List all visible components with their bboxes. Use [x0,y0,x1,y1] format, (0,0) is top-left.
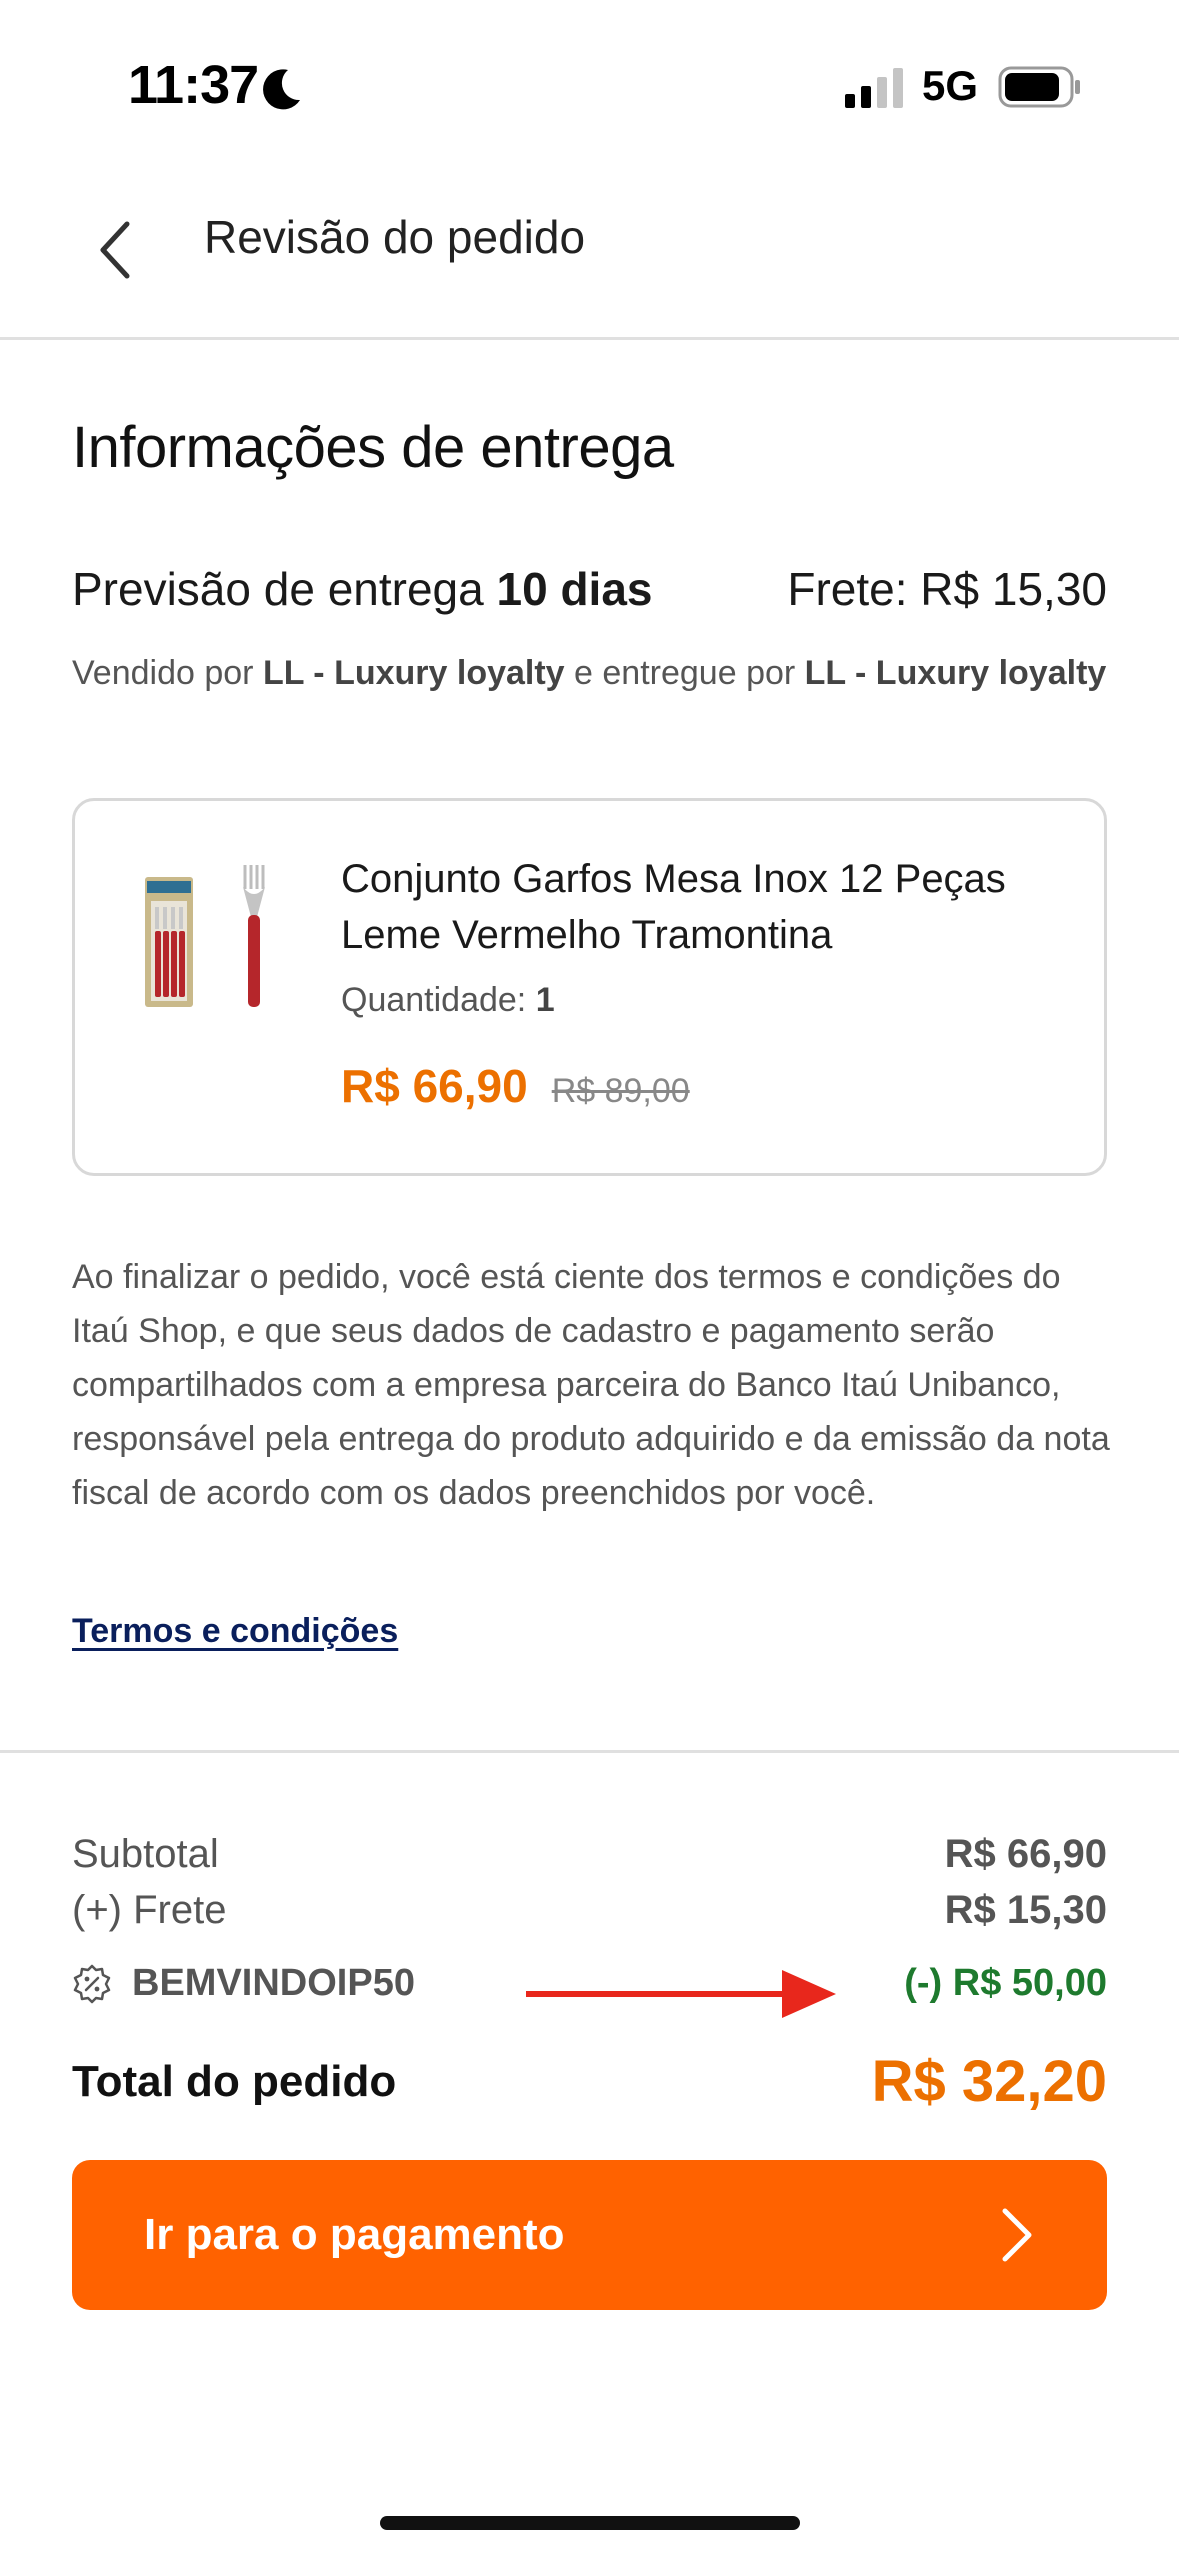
total-label: Total do pedido [72,2056,397,2106]
home-indicator[interactable] [380,2516,800,2530]
subtotal-value: R$ 66,90 [944,1832,1107,1876]
sold-by-prefix: Vendido por [72,654,263,692]
coupon-info: BEMVINDOIP50 [72,1962,415,2005]
battery-icon [998,66,1080,108]
subtotal-label: Subtotal [72,1832,219,1876]
deliverer-name: LL - Luxury loyalty [804,654,1107,692]
price-row: R$ 66,90 R$ 89,00 [341,1059,690,1113]
section-title: Informações de entrega [72,415,674,480]
frete-value: R$ 15,30 [944,1888,1107,1932]
product-image [145,865,265,1007]
delivery-row: Previsão de entrega 10 dias Frete: R$ 15… [72,562,1107,616]
coupon-discount-value: (-) R$ 50,00 [904,1962,1107,2004]
status-bar: 11:37 5G [0,0,1179,170]
terms-link[interactable]: Termos e condições [72,1612,398,1651]
coupon-badge-icon [73,1964,111,2003]
product-card[interactable]: Conjunto Garfos Mesa Inox 12 Peças Leme … [72,798,1107,1176]
cta-label: Ir para o pagamento [144,2210,565,2259]
product-name: Conjunto Garfos Mesa Inox 12 Peças Leme … [341,857,1006,957]
total-value: R$ 32,20 [871,2049,1107,2114]
header: Revisão do pedido [0,170,1179,340]
go-to-payment-button[interactable]: Ir para o pagamento [72,2160,1107,2310]
frete-row: (+) Frete R$ 15,30 [72,1888,1107,1933]
frete-label: (+) Frete [72,1888,227,1932]
delivery-estimate: Previsão de entrega 10 dias [72,562,653,616]
signal-icon [845,68,903,108]
product-old-price: R$ 89,00 [551,1072,690,1110]
arrow-annotation-icon [526,1970,836,2018]
shipping-cost: Frete: R$ 15,30 [787,563,1107,615]
chevron-right-icon [1002,2208,1032,2262]
total-row: Total do pedido R$ 32,20 [72,2048,1107,2115]
coupon-code: BEMVINDOIP50 [132,1962,415,2004]
legal-text: Ao finalizar o pedido, você está ciente … [72,1258,1110,1512]
divider [0,1750,1179,1753]
back-button[interactable] [80,200,150,300]
moon-icon [263,69,300,110]
subtotal-row: Subtotal R$ 66,90 [72,1832,1107,1877]
product-price: R$ 66,90 [341,1060,528,1112]
delivered-by-prefix: e entregue por [564,654,805,692]
seller-info: Vendido por LL - Luxury loyalty e entreg… [72,646,1107,700]
delivery-estimate-prefix: Previsão de entrega [72,563,497,615]
status-time: 11:37 [128,55,259,115]
network-label: 5G [922,62,979,109]
page-title: Revisão do pedido [204,211,586,263]
quantity-label: Quantidade: [341,981,536,1019]
chevron-left-icon [100,221,130,279]
quantity-value: 1 [535,981,555,1019]
product-quantity: Quantidade: 1 [341,981,555,1020]
delivery-estimate-days: 10 dias [496,563,653,615]
seller-name: LL - Luxury loyalty [262,654,565,692]
